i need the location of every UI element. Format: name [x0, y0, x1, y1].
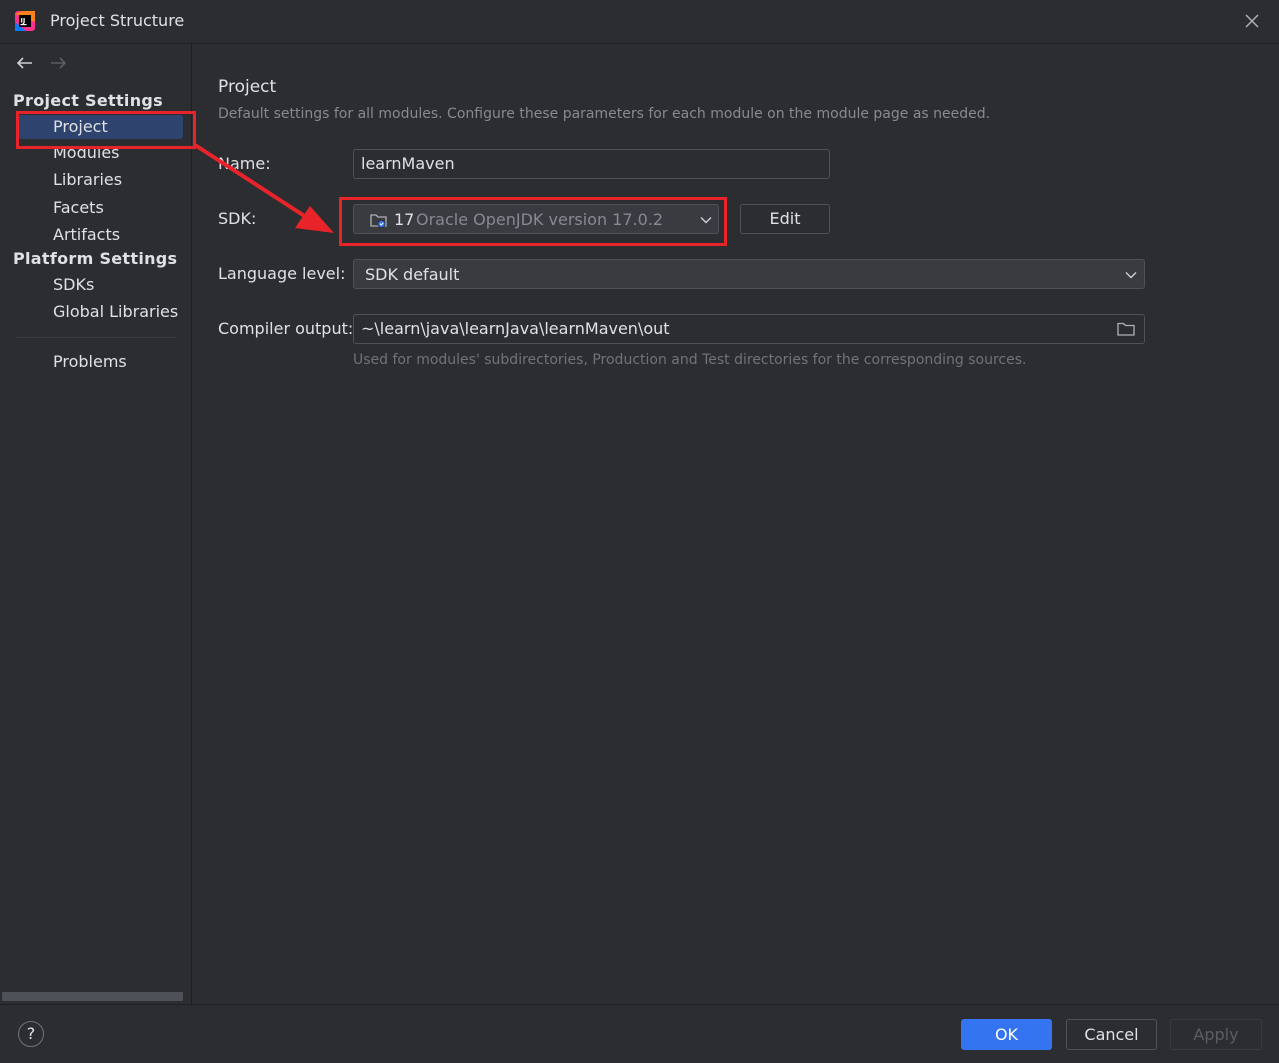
language-level-label: Language level:	[218, 264, 346, 283]
sidebar-item-label: Artifacts	[53, 225, 121, 244]
name-field[interactable]: learnMaven	[353, 149, 830, 179]
help-icon[interactable]: ?	[18, 1021, 44, 1047]
sidebar-item-artifacts[interactable]: Artifacts	[17, 223, 183, 247]
sidebar-item-label: SDKs	[53, 275, 95, 294]
sidebar-horizontal-scrollbar[interactable]	[2, 992, 183, 1001]
svg-text:IJ: IJ	[21, 17, 26, 25]
sidebar-item-global-libraries[interactable]: Global Libraries	[17, 300, 183, 324]
sdk-detail: Oracle OpenJDK version 17.0.2	[416, 210, 664, 229]
chevron-down-icon	[1125, 272, 1137, 279]
section-header-platform-settings: Platform Settings	[13, 249, 178, 268]
sidebar: Project Settings Project Modules Librari…	[0, 44, 192, 1004]
page-description: Default settings for all modules. Config…	[218, 106, 991, 122]
compiler-output-hint: Used for modules' subdirectories, Produc…	[353, 352, 1027, 368]
page-title: Project	[218, 77, 277, 97]
compiler-output-value: ~\learn\java\learnJava\learnMaven\out	[361, 319, 670, 338]
close-icon[interactable]	[1243, 12, 1261, 30]
sdk-dropdown[interactable]: 17 Oracle OpenJDK version 17.0.2	[353, 204, 719, 234]
sidebar-item-label: Modules	[53, 143, 120, 162]
section-header-project-settings: Project Settings	[13, 91, 163, 110]
sdk-label: SDK:	[218, 209, 257, 228]
dialog-footer: ? OK Cancel Apply	[0, 1004, 1279, 1063]
sidebar-item-label: Problems	[53, 352, 127, 371]
title-bar: IJ Project Structure	[0, 0, 1279, 44]
jdk-folder-icon	[370, 214, 387, 228]
language-level-value: SDK default	[365, 265, 460, 284]
sidebar-item-label: Global Libraries	[53, 302, 179, 321]
sidebar-item-libraries[interactable]: Libraries	[17, 168, 183, 192]
sidebar-item-problems[interactable]: Problems	[17, 350, 183, 374]
compiler-output-label: Compiler output:	[218, 319, 354, 338]
ok-button[interactable]: OK	[961, 1019, 1052, 1050]
cancel-button[interactable]: Cancel	[1066, 1019, 1157, 1050]
sidebar-item-project[interactable]: Project	[17, 115, 183, 139]
language-level-dropdown[interactable]: SDK default	[353, 259, 1145, 289]
folder-icon[interactable]	[1116, 321, 1136, 337]
sidebar-item-label: Facets	[53, 198, 104, 217]
sidebar-item-label: Project	[53, 117, 108, 136]
edit-sdk-button[interactable]: Edit	[740, 204, 830, 234]
name-label: Name:	[218, 154, 271, 173]
back-arrow-icon[interactable]	[15, 55, 35, 71]
compiler-output-field[interactable]: ~\learn\java\learnJava\learnMaven\out	[353, 314, 1145, 344]
sidebar-item-label: Libraries	[53, 170, 123, 189]
forward-arrow-icon[interactable]	[48, 55, 68, 71]
window-title: Project Structure	[50, 11, 185, 30]
sidebar-divider	[16, 337, 175, 338]
main-panel: Project Default settings for all modules…	[192, 44, 1279, 1004]
app-logo-icon: IJ	[15, 11, 35, 31]
sidebar-item-sdks[interactable]: SDKs	[17, 273, 183, 297]
sidebar-item-facets[interactable]: Facets	[17, 196, 183, 220]
apply-button[interactable]: Apply	[1170, 1019, 1262, 1050]
sdk-version: 17	[394, 210, 415, 229]
chevron-down-icon	[700, 217, 712, 224]
sidebar-item-modules[interactable]: Modules	[17, 141, 183, 165]
